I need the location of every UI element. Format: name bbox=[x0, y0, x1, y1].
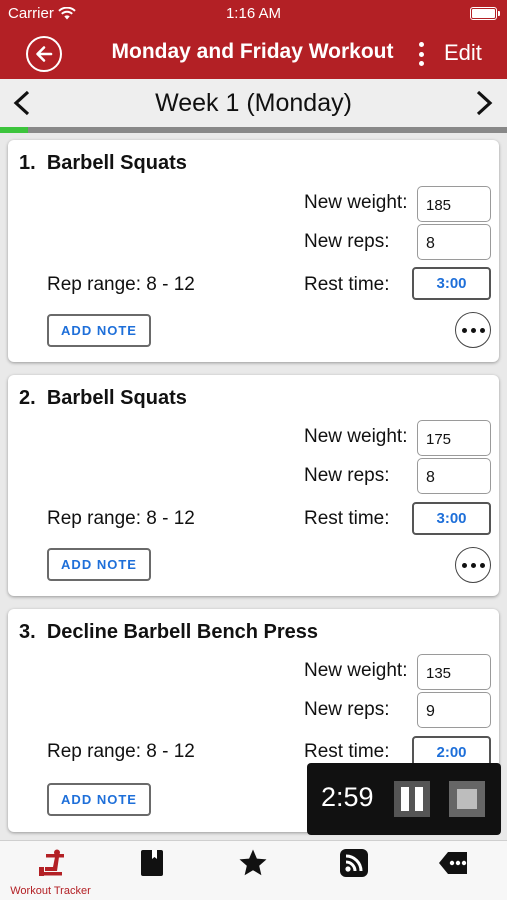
exercise-number: 1. bbox=[19, 152, 36, 174]
back-button[interactable] bbox=[26, 36, 62, 72]
exercise-number: 2. bbox=[19, 387, 36, 409]
new-weight-label: New weight: bbox=[304, 192, 408, 213]
new-reps-label: New reps: bbox=[304, 465, 390, 486]
new-weight-label: New weight: bbox=[304, 426, 408, 447]
exercise-title: 2. Barbell Squats bbox=[19, 387, 187, 410]
exercise-card: 2. Barbell Squats New weight: 175 New re… bbox=[8, 375, 499, 596]
tab-more[interactable] bbox=[404, 841, 505, 900]
new-weight-input[interactable]: 135 bbox=[417, 654, 491, 690]
more-tag-icon bbox=[439, 852, 467, 874]
rss-feed-icon bbox=[340, 849, 368, 877]
new-reps-label: New reps: bbox=[304, 231, 390, 252]
star-icon bbox=[239, 849, 267, 876]
tab-book[interactable] bbox=[101, 841, 202, 900]
rest-time-button[interactable]: 3:00 bbox=[412, 502, 491, 535]
battery-icon bbox=[470, 7, 500, 20]
rep-range-text: Rep range: 8 - 12 bbox=[47, 274, 195, 295]
new-reps-label: New reps: bbox=[304, 699, 390, 720]
week-selector: Week 1 (Monday) bbox=[0, 79, 507, 127]
exercise-name: Decline Barbell Bench Press bbox=[46, 621, 319, 643]
rep-range-text: Rep range: 8 - 12 bbox=[47, 741, 195, 762]
tab-label: Workout Tracker bbox=[10, 885, 91, 897]
tab-favorites[interactable] bbox=[202, 841, 303, 900]
week-progress-bar bbox=[0, 127, 507, 133]
nav-bar: Monday and Friday Workout Edit bbox=[0, 28, 507, 79]
week-progress-fill bbox=[0, 127, 28, 133]
rest-time-label: Rest time: bbox=[304, 274, 390, 295]
exercise-number: 3. bbox=[19, 621, 36, 643]
workout-tracker-icon bbox=[39, 849, 64, 876]
new-reps-input[interactable]: 8 bbox=[417, 224, 491, 260]
new-weight-input[interactable]: 185 bbox=[417, 186, 491, 222]
status-time: 1:16 AM bbox=[225, 5, 282, 22]
tab-workout-tracker[interactable]: Workout Tracker bbox=[0, 841, 101, 900]
exercise-name: Barbell Squats bbox=[46, 387, 187, 409]
chevron-right-icon[interactable] bbox=[472, 89, 496, 117]
rest-timer-overlay: 2:59 bbox=[307, 763, 501, 835]
week-title: Week 1 (Monday) bbox=[155, 89, 352, 117]
exercise-name: Barbell Squats bbox=[46, 152, 187, 174]
new-weight-label: New weight: bbox=[304, 660, 408, 681]
stop-icon[interactable] bbox=[449, 781, 485, 817]
exercise-title: 3. Decline Barbell Bench Press bbox=[19, 621, 318, 644]
more-options-icon[interactable] bbox=[455, 312, 491, 348]
rest-time-label: Rest time: bbox=[304, 741, 390, 762]
exercise-card: 1. Barbell Squats New weight: 185 New re… bbox=[8, 140, 499, 362]
back-arrow-icon bbox=[36, 46, 53, 62]
tab-bar: Workout Tracker bbox=[0, 840, 507, 900]
rest-time-button[interactable]: 3:00 bbox=[412, 267, 491, 300]
new-weight-input[interactable]: 175 bbox=[417, 420, 491, 456]
exercise-title: 1. Barbell Squats bbox=[19, 152, 187, 175]
status-bar: Carrier 1:16 AM bbox=[0, 0, 507, 28]
book-icon bbox=[141, 850, 163, 876]
add-note-button[interactable]: ADD NOTE bbox=[47, 783, 151, 816]
more-options-icon[interactable] bbox=[455, 547, 491, 583]
new-reps-input[interactable]: 9 bbox=[417, 692, 491, 728]
new-reps-input[interactable]: 8 bbox=[417, 458, 491, 494]
tab-feed[interactable] bbox=[303, 841, 404, 900]
edit-button[interactable]: Edit bbox=[444, 40, 482, 66]
page-title: Monday and Friday Workout bbox=[111, 40, 394, 63]
add-note-button[interactable]: ADD NOTE bbox=[47, 314, 151, 347]
rep-range-text: Rep range: 8 - 12 bbox=[47, 508, 195, 529]
kebab-menu-icon[interactable] bbox=[416, 40, 426, 68]
pause-icon[interactable] bbox=[394, 781, 430, 817]
timer-countdown: 2:59 bbox=[321, 782, 374, 812]
rest-time-label: Rest time: bbox=[304, 508, 390, 529]
add-note-button[interactable]: ADD NOTE bbox=[47, 548, 151, 581]
